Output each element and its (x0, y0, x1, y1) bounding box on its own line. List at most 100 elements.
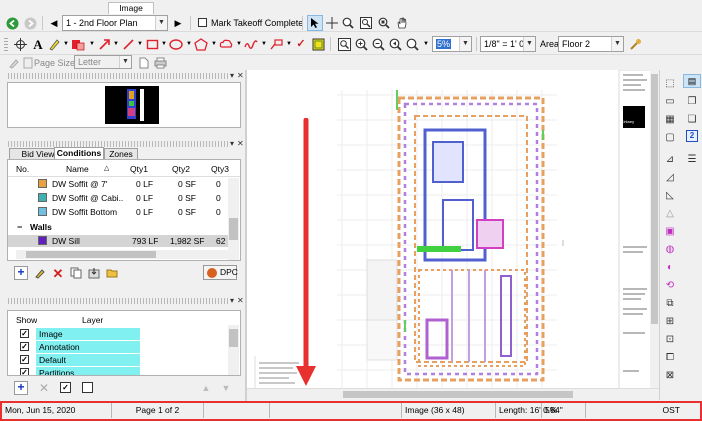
layout-toggle-icon[interactable]: ▤ (683, 74, 701, 88)
zoom-window-icon[interactable] (358, 15, 374, 31)
list-icon[interactable]: ☰ (683, 152, 701, 166)
list-item[interactable]: ✓ Default (8, 354, 228, 366)
scale-select[interactable]: 1/8" = 1' 0" ▼ (480, 36, 536, 52)
scrollbar-horizontal[interactable] (247, 388, 659, 399)
list-item[interactable]: ✓ Partitions (8, 367, 228, 375)
zoom-fit-icon[interactable] (376, 15, 392, 31)
slope-icon[interactable]: ◿ (661, 170, 679, 184)
prev-page-icon[interactable]: ◀ (46, 15, 62, 31)
layer-visible-checkbox[interactable]: ✓ (20, 368, 29, 375)
area-settings-icon[interactable] (627, 36, 643, 52)
delete-condition-icon[interactable]: ✕ (50, 265, 66, 281)
dimension-icon[interactable]: ▭ (661, 94, 679, 108)
zoom-previous-icon[interactable] (387, 36, 403, 52)
close-icon[interactable]: ✕ (237, 139, 244, 148)
page-2-icon[interactable]: 2 (686, 130, 698, 142)
move-up-icon[interactable]: ▲ (198, 380, 214, 396)
scrollbar-vertical[interactable] (228, 178, 239, 260)
collapse-icon[interactable]: − (17, 221, 22, 233)
table-row[interactable]: DW Soffit Bottom 0 LF 0 SF 0 (8, 206, 228, 218)
col-qty1[interactable]: Qty1 (130, 163, 148, 175)
crosshair-icon[interactable] (324, 15, 340, 31)
linear-pink-icon[interactable]: ◐ (661, 260, 679, 274)
dpc-button[interactable]: DPC (203, 265, 238, 280)
panel-grip[interactable] (8, 73, 228, 79)
zoom-out-icon[interactable] (370, 36, 386, 52)
scrollbar-vertical[interactable] (650, 70, 659, 388)
area-select[interactable]: Floor 2 ▼ (558, 36, 624, 52)
angle-icon[interactable]: ◺ (661, 188, 679, 202)
add-condition-icon[interactable]: + (14, 266, 28, 280)
mark-takeoff-checkbox[interactable] (198, 18, 207, 27)
scroll-thumb[interactable] (229, 218, 238, 240)
layer-visible-checkbox[interactable]: ✓ (20, 355, 29, 364)
grid-icon[interactable]: ▦ (661, 112, 679, 126)
next-page-icon[interactable]: ▶ (170, 15, 186, 31)
fill-color-icon[interactable] (310, 36, 326, 52)
col-name[interactable]: Name (66, 163, 89, 175)
crosshair-settings-icon[interactable] (12, 36, 28, 52)
count-pink-icon[interactable]: ◍ (661, 242, 679, 256)
pan-hand-icon[interactable] (394, 15, 410, 31)
copy-condition-icon[interactable] (68, 265, 84, 281)
layers-icon[interactable]: ⧉ (661, 296, 679, 310)
table-row[interactable]: DW Soffit @ 7' 0 LF 0 SF 0 (8, 178, 228, 190)
triangle-icon[interactable]: △ (661, 206, 679, 220)
col-qty2[interactable]: Qty2 (172, 163, 190, 175)
page-size-select[interactable]: Letter ▼ (74, 55, 132, 69)
table-row-selected[interactable]: DW Sill 793 LF 1,982 SF 62 (8, 235, 228, 247)
select-overlay-icon[interactable]: ⬚ (661, 76, 679, 90)
col-qty3[interactable]: Qty3 (211, 163, 229, 175)
crop-icon[interactable]: ⊡ (661, 332, 679, 346)
delete-layer-icon[interactable]: ✕ (36, 380, 52, 396)
list-item[interactable]: ✓ Annotation (8, 341, 228, 353)
zoom-page-icon[interactable] (336, 36, 352, 52)
page-thumbnail[interactable] (105, 86, 159, 124)
close-icon[interactable]: ✕ (237, 71, 244, 80)
pointer-icon[interactable] (307, 15, 323, 31)
page-select[interactable]: 1 - 2nd Floor Plan ▼ (62, 15, 168, 31)
group-row-walls[interactable]: − Walls (8, 221, 228, 233)
panel-options-icon[interactable]: ▾ (230, 71, 234, 80)
link-icon[interactable]: ⊠ (661, 368, 679, 382)
panel-grip[interactable] (8, 141, 228, 147)
back-icon[interactable] (4, 15, 20, 31)
align-icon[interactable]: ⊞ (661, 314, 679, 328)
folder-icon[interactable] (104, 265, 120, 281)
measure-icon[interactable]: ⊿ (661, 152, 679, 166)
tab-conditions[interactable]: Conditions (54, 147, 104, 159)
list-item[interactable]: ✓ Image (8, 328, 228, 340)
print-icon[interactable] (152, 55, 168, 71)
edit-condition-icon[interactable] (32, 265, 48, 281)
panel-grip[interactable] (8, 298, 228, 304)
layer-visible-checkbox[interactable]: ✓ (20, 342, 29, 351)
import-condition-icon[interactable] (86, 265, 102, 281)
overlay-icon[interactable]: ⧠ (661, 350, 679, 364)
panel-options-icon[interactable]: ▾ (230, 296, 234, 305)
zoom-in-icon[interactable] (340, 15, 356, 31)
area-pink-icon[interactable]: ▣ (661, 224, 679, 238)
add-layer-icon[interactable]: + (14, 381, 28, 395)
note-icon[interactable]: ▢ (661, 130, 679, 144)
zoom-select[interactable]: 5% ▼ (432, 36, 472, 52)
stack-icon[interactable]: ❏ (683, 112, 701, 126)
text-tool-icon[interactable]: A (30, 36, 46, 52)
hyperlink-icon[interactable]: ✓ (293, 36, 309, 52)
copy-overlay-icon[interactable]: ❐ (683, 94, 701, 108)
panel-options-icon[interactable]: ▾ (230, 139, 234, 148)
table-row[interactable]: DW Soffit @ Cabi... 0 LF 0 SF 0 (8, 192, 228, 204)
tab-zones[interactable]: Zones (104, 148, 138, 159)
move-down-icon[interactable]: ▼ (218, 380, 234, 396)
rotate-pink-icon[interactable]: ⟲ (661, 278, 679, 292)
tab-image[interactable]: Image (108, 2, 154, 14)
forward-icon[interactable] (22, 15, 38, 31)
close-icon[interactable]: ✕ (237, 296, 244, 305)
zoom-in-icon[interactable] (353, 36, 369, 52)
scrollbar-horizontal[interactable] (16, 250, 228, 259)
col-no[interactable]: No. (16, 163, 29, 175)
show-all-layers-icon[interactable]: ✓ (60, 382, 71, 393)
drawing-canvas[interactable]: Kirksey (247, 70, 659, 399)
scrollbar-vertical[interactable] (228, 325, 239, 375)
hide-all-layers-icon[interactable] (82, 382, 93, 393)
layer-visible-checkbox[interactable]: ✓ (20, 329, 29, 338)
